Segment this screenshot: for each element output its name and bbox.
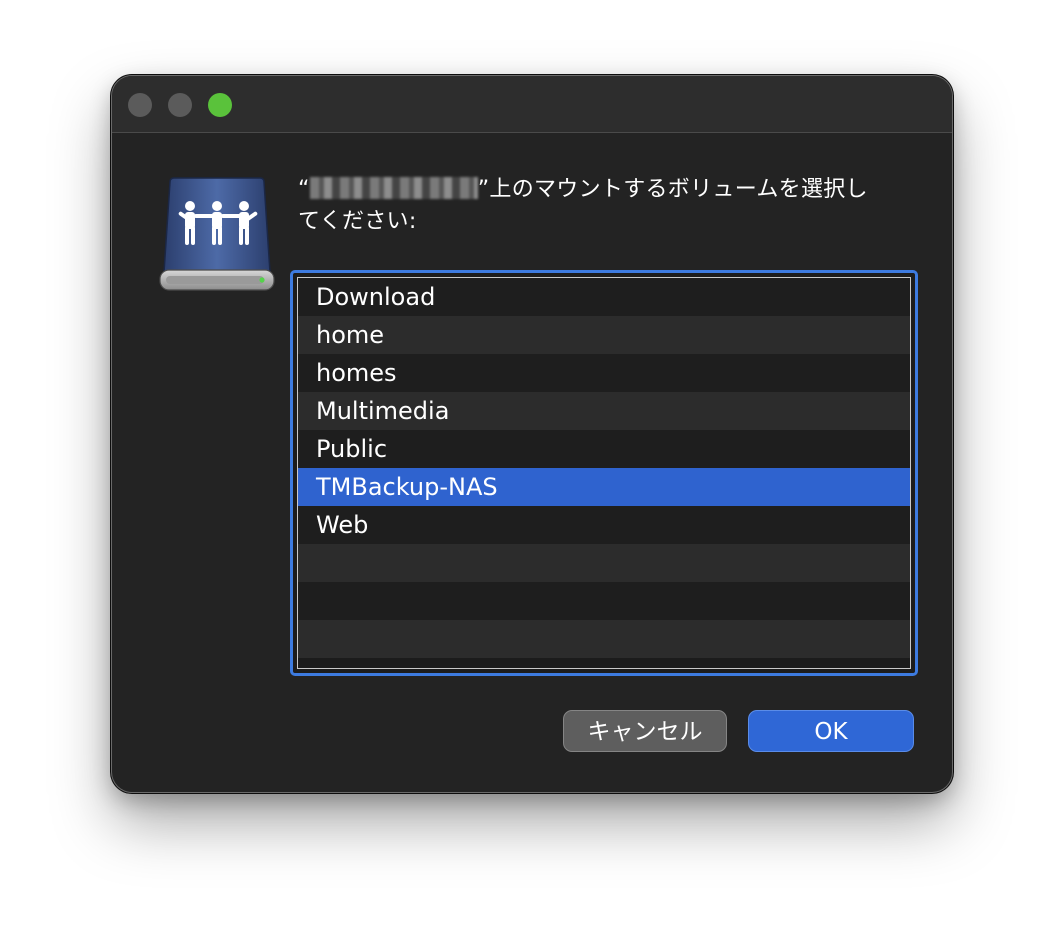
volume-list-item[interactable]: Multimedia	[298, 392, 910, 430]
screen: “ ”上のマウントするボリュームを選択し てください: Download home h…	[0, 0, 1064, 940]
ok-button[interactable]: OK	[748, 710, 914, 752]
volume-list-item[interactable]: Download	[298, 278, 910, 316]
volume-list-item[interactable]: TMBackup-NAS	[298, 468, 910, 506]
minimize-window-button[interactable]	[168, 93, 192, 117]
volume-list-item[interactable]: Web	[298, 506, 910, 544]
redacted-server-name	[309, 177, 478, 199]
zoom-window-button[interactable]	[208, 93, 232, 117]
close-window-button[interactable]	[128, 93, 152, 117]
empty-list-row	[298, 544, 910, 582]
cancel-button[interactable]: キャンセル	[563, 710, 727, 752]
volume-list-item[interactable]: home	[298, 316, 910, 354]
prompt-line2: てください:	[298, 209, 417, 234]
title-bar	[112, 76, 952, 133]
volume-list-rows: Download home homes Multimedia Public TMBacku…	[297, 277, 911, 669]
prompt-line1: ”上のマウントするボリュームを選択し	[477, 177, 868, 202]
empty-list-row	[298, 620, 910, 658]
dialog-prompt: “ ”上のマウントするボリュームを選択し てください:	[298, 174, 918, 238]
volume-list-item[interactable]: Public	[298, 430, 910, 468]
empty-list-row	[298, 582, 910, 620]
mount-volume-dialog: “ ”上のマウントするボリュームを選択し てください: Download home h…	[112, 76, 952, 792]
volume-list-item[interactable]: homes	[298, 354, 910, 392]
prompt-open-quote: “	[298, 177, 310, 202]
shared-server-volume-icon	[159, 177, 275, 291]
volume-list[interactable]: Download home homes Multimedia Public TMBacku…	[290, 270, 918, 676]
